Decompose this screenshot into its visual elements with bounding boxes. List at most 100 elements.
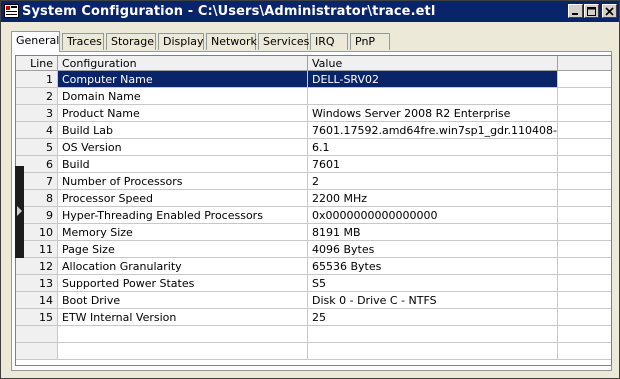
table-row[interactable]: 11 Page Size 4096 Bytes — [16, 241, 611, 258]
configuration-value — [308, 88, 558, 105]
table-row[interactable]: 9 Hyper-Threading Enabled Processors 0x0… — [16, 207, 611, 224]
tab-display[interactable]: Display — [158, 33, 204, 50]
configuration-name: Boot Drive — [58, 292, 308, 309]
configuration-name: Page Size — [58, 241, 308, 258]
tab-pnp[interactable]: PnP — [350, 33, 390, 50]
configuration-value: S5 — [308, 275, 558, 292]
line-number: 3 — [16, 105, 58, 122]
empty-cell — [308, 326, 558, 343]
table-row[interactable]: 14 Boot Drive Disk 0 - Drive C - NTFS — [16, 292, 611, 309]
side-panel-handle[interactable] — [15, 166, 24, 258]
empty-cell — [558, 258, 611, 275]
configuration-name: Allocation Granularity — [58, 258, 308, 275]
tab-irq[interactable]: IRQ — [310, 33, 348, 50]
table-row[interactable]: 4 Build Lab 7601.17592.amd64fre.win7sp1_… — [16, 122, 611, 139]
column-header-value[interactable]: Value — [308, 56, 558, 71]
configuration-value: 2200 MHz — [308, 190, 558, 207]
title-bar[interactable]: System Configuration - C:\Users\Administ… — [1, 1, 619, 22]
configuration-name: Computer Name — [58, 71, 308, 88]
empty-cell — [558, 173, 611, 190]
line-number: 5 — [16, 139, 58, 156]
empty-cell — [558, 343, 611, 360]
configuration-value: 2 — [308, 173, 558, 190]
empty-cell — [558, 105, 611, 122]
close-button[interactable] — [602, 4, 617, 18]
tab-services[interactable]: Services — [258, 33, 309, 50]
empty-cell — [58, 343, 308, 360]
configuration-value: 4096 Bytes — [308, 241, 558, 258]
configuration-name: Supported Power States — [58, 275, 308, 292]
table-row[interactable]: 1 Computer Name DELL-SRV02 — [16, 71, 611, 88]
table-row[interactable]: 10 Memory Size 8191 MB — [16, 224, 611, 241]
table-row[interactable]: 2 Domain Name — [16, 88, 611, 105]
empty-table-row — [16, 326, 611, 343]
empty-cell — [558, 326, 611, 343]
configuration-name: ETW Internal Version — [58, 309, 308, 326]
empty-cell — [558, 122, 611, 139]
tab-traces[interactable]: Traces — [62, 33, 104, 50]
maximize-button[interactable] — [584, 4, 599, 18]
tab-general[interactable]: General — [11, 31, 60, 52]
empty-cell — [16, 343, 58, 360]
table-row[interactable]: 3 Product Name Windows Server 2008 R2 En… — [16, 105, 611, 122]
line-number: 14 — [16, 292, 58, 309]
tab-network[interactable]: Network — [206, 33, 257, 50]
table-row[interactable]: 8 Processor Speed 2200 MHz — [16, 190, 611, 207]
empty-cell — [558, 156, 611, 173]
configuration-name: Build Lab — [58, 122, 308, 139]
configuration-value: 25 — [308, 309, 558, 326]
configuration-name: Memory Size — [58, 224, 308, 241]
line-number: 13 — [16, 275, 58, 292]
configuration-value: 6.1 — [308, 139, 558, 156]
empty-cell — [58, 326, 308, 343]
line-number: 1 — [16, 71, 58, 88]
configuration-value: 7601 — [308, 156, 558, 173]
table-row[interactable]: 13 Supported Power States S5 — [16, 275, 611, 292]
empty-table-row — [16, 343, 611, 360]
column-header-line[interactable]: Line — [16, 56, 58, 71]
configuration-name: Number of Processors — [58, 173, 308, 190]
configuration-value: 65536 Bytes — [308, 258, 558, 275]
configuration-name: Build — [58, 156, 308, 173]
configuration-name: Domain Name — [58, 88, 308, 105]
line-number: 4 — [16, 122, 58, 139]
empty-cell — [558, 224, 611, 241]
expand-arrow-icon — [17, 206, 22, 216]
configuration-table[interactable]: Line Configuration Value 1 Computer Name… — [15, 55, 612, 366]
tab-storage[interactable]: Storage — [106, 33, 156, 50]
empty-cell — [558, 309, 611, 326]
configuration-value: Windows Server 2008 R2 Enterprise — [308, 105, 558, 122]
empty-cell — [558, 241, 611, 258]
table-row[interactable]: 12 Allocation Granularity 65536 Bytes — [16, 258, 611, 275]
empty-cell — [558, 275, 611, 292]
configuration-value: 8191 MB — [308, 224, 558, 241]
configuration-value: Disk 0 - Drive C - NTFS — [308, 292, 558, 309]
table-row[interactable]: 6 Build 7601 — [16, 156, 611, 173]
minimize-button[interactable] — [568, 4, 583, 18]
empty-cell — [558, 292, 611, 309]
configuration-value: 7601.17592.amd64fre.win7sp1_gdr.110408-1… — [308, 122, 558, 139]
configuration-value: DELL-SRV02 — [308, 71, 558, 88]
empty-cell — [558, 139, 611, 156]
configuration-name: OS Version — [58, 139, 308, 156]
configuration-name: Hyper-Threading Enabled Processors — [58, 207, 308, 224]
column-header-blank — [558, 56, 611, 71]
line-number: 12 — [16, 258, 58, 275]
window-title: System Configuration - C:\Users\Administ… — [22, 4, 436, 19]
line-number: 2 — [16, 88, 58, 105]
empty-cell — [558, 88, 611, 105]
app-icon — [4, 4, 19, 18]
empty-cell — [558, 71, 611, 88]
table-row[interactable]: 15 ETW Internal Version 25 — [16, 309, 611, 326]
configuration-name: Product Name — [58, 105, 308, 122]
empty-cell — [308, 343, 558, 360]
empty-cell — [558, 190, 611, 207]
configuration-name: Processor Speed — [58, 190, 308, 207]
system-configuration-window: System Configuration - C:\Users\Administ… — [0, 0, 620, 379]
column-header-configuration[interactable]: Configuration — [58, 56, 308, 71]
table-row[interactable]: 5 OS Version 6.1 — [16, 139, 611, 156]
empty-cell — [558, 207, 611, 224]
table-row[interactable]: 7 Number of Processors 2 — [16, 173, 611, 190]
empty-cell — [16, 326, 58, 343]
line-number: 15 — [16, 309, 58, 326]
